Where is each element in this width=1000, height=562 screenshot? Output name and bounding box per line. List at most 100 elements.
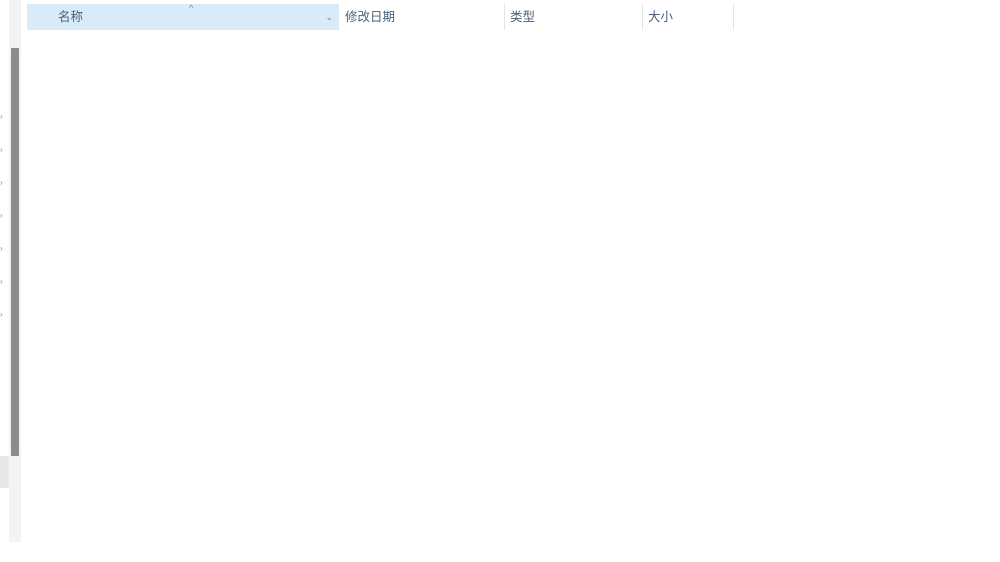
- file-modified-date: 2017/2/27 0:00: [345, 141, 429, 156]
- chevron-right-icon[interactable]: ›: [0, 113, 5, 121]
- column-header-row: 名称 ^ ⌄ 修改日期 类型 大小: [27, 0, 1000, 32]
- file-row[interactable]: snapshot_blob.bin 2019/2/13 0:00 BIN 文件 1,1…: [27, 339, 737, 368]
- column-divider[interactable]: [733, 4, 734, 30]
- navigation-pane-selected-item[interactable]: [0, 456, 9, 488]
- column-divider[interactable]: [642, 4, 643, 30]
- bat-icon: [47, 376, 61, 389]
- chevron-right-icon[interactable]: ›: [0, 212, 5, 220]
- dll-icon: [48, 83, 61, 98]
- navigation-scrollbar-thumb[interactable]: [11, 48, 19, 456]
- file-row[interactable]: nw_200_percent.pak 2019/2/13 0:00 PAK 文件 1,…: [27, 193, 737, 222]
- file-size: 4,517 KB: [674, 317, 726, 331]
- file-type: 应用程序扩展: [510, 112, 586, 127]
- file-explorer-window: › › › › › › › 名称 ^ ⌄ 修改日期 类型 大小 libGLESv…: [0, 0, 1000, 562]
- file-size: 1 KB: [698, 258, 726, 273]
- file-icon: [49, 171, 61, 186]
- file-type: 文本文档: [510, 463, 561, 477]
- file-icon: [49, 142, 61, 157]
- file-size: 2 KB: [698, 521, 726, 536]
- file-modified-date: 2025/3/26 1:08: [345, 492, 429, 507]
- file-row[interactable]: 【永久地址发布页】.txt 2025/3/26 1:08 文本文档 1 KB: [27, 456, 737, 485]
- file-size: 1 KB: [698, 463, 726, 477]
- txt-icon: [49, 434, 61, 449]
- column-header-size-label: 大小: [648, 10, 674, 24]
- file-type: PAK 文件: [510, 200, 563, 215]
- dll-icon: [48, 288, 61, 303]
- file-row[interactable]: package.json 2019/12/17 13:34 JSON 文件 1 KB: [27, 252, 737, 281]
- column-divider[interactable]: [504, 4, 505, 30]
- file-name: 从游戏中移除工具文件.bat: [67, 375, 219, 391]
- file-modified-date: 2025/3/26 1:08: [345, 463, 429, 477]
- file-modified-date: 2019/2/13 0:00: [345, 317, 429, 331]
- file-row[interactable]: 与工具一同启动.bat 2026/9/2 20:09 Windows 批处理文件 2 …: [27, 398, 737, 427]
- file-size: 2 KB: [698, 433, 726, 448]
- chevron-right-icon[interactable]: ›: [0, 311, 5, 319]
- column-header-date-label: 修改日期: [345, 10, 396, 24]
- file-size: 5,615 KB: [674, 83, 726, 98]
- file-type: JSON 文件: [510, 258, 572, 273]
- file-row[interactable]: natives_blob.bin 2019/2/13 0:00 BIN 文件 201 …: [27, 47, 737, 76]
- file-name: nw_200_percent.pak: [67, 200, 188, 216]
- status-area: [0, 542, 1000, 562]
- file-icon: [49, 200, 61, 215]
- file-name: package.json: [67, 258, 144, 274]
- file-modified-date: 2017/2/27 0:00: [345, 287, 429, 302]
- file-type: 应用程序扩展: [510, 287, 586, 302]
- file-type: PAK 文件: [510, 141, 563, 156]
- column-header-type[interactable]: 类型: [504, 4, 642, 30]
- file-icon: [49, 259, 61, 274]
- file-name: resources.pak: [67, 317, 149, 332]
- txt-icon: [49, 492, 61, 507]
- sort-ascending-icon: ^: [189, 3, 194, 13]
- file-type: 文本文档: [510, 521, 561, 536]
- chevron-down-icon[interactable]: ⌄: [325, 4, 333, 30]
- file-size: 1 KB: [698, 375, 726, 390]
- file-name: 最新地址及APP请发邮箱自动获取！！！.txt: [67, 492, 319, 508]
- file-modified-date: 2019/12/17 13:34: [345, 258, 443, 273]
- file-modified-date: 2019/2/13 0:00: [345, 171, 429, 185]
- file-modified-date: 2025/3/26 1:07: [345, 521, 429, 536]
- chevron-right-icon[interactable]: ›: [0, 179, 5, 187]
- file-row[interactable]: 从游戏中移除工具文件.bat 2026/9/2 20:09 Windows 批处理文…: [27, 368, 737, 397]
- chevron-right-icon[interactable]: ›: [0, 146, 5, 154]
- file-type: Windows 批处理文件: [510, 404, 627, 419]
- file-name: 与工具一同启动.bat: [67, 404, 180, 420]
- file-type: PAK 文件: [510, 317, 563, 331]
- file-name: nw_elf.dll: [67, 229, 122, 245]
- file-row[interactable]: nw.pak 2017/2/27 0:00 PAK 文件 7,308 KB: [27, 135, 737, 164]
- file-row[interactable]: 【来了就能下载和观看！纯免费！】.txt 2025/3/26 1:07 文本文档 2 …: [27, 514, 737, 543]
- file-row[interactable]: 【论坛介绍】.txt 2025/3/26 1:08 文本文档 2 KB: [27, 427, 737, 456]
- file-row[interactable]: nw_100_percent.pak 2019/2/13 0:00 PAK 文件 80…: [27, 164, 737, 193]
- file-name: pdf.dll: [67, 287, 102, 303]
- file-size: 1,074 KB: [674, 200, 726, 215]
- file-name: nw.dll: [67, 112, 100, 128]
- column-header-date[interactable]: 修改日期: [339, 4, 504, 30]
- file-size: 11,960 KB: [668, 287, 726, 302]
- dll-icon: [48, 229, 61, 244]
- file-row[interactable]: resources.pak 2019/2/13 0:00 PAK 文件 4,517 K…: [27, 310, 737, 339]
- file-size: 201 KB: [684, 54, 726, 69]
- file-name: nw.pak: [67, 141, 108, 157]
- chevron-right-icon[interactable]: ›: [0, 278, 5, 286]
- file-type: 应用程序扩展: [510, 229, 586, 244]
- file-row[interactable]: node.dll 2019/2/13 0:00 应用程序扩展 5,615 KB: [27, 76, 737, 105]
- file-row[interactable]: nw.dll 2019/2/13 0:00 应用程序扩展 82,404 KB: [27, 106, 737, 135]
- chevron-right-icon[interactable]: ›: [0, 245, 5, 253]
- file-name: 【来了就能下载和观看！纯免费！】.txt: [67, 521, 293, 537]
- file-size: 82,404 KB: [667, 112, 726, 127]
- file-row[interactable]: nw_elf.dll 2019/2/13 0:00 应用程序扩展 440 KB: [27, 222, 737, 251]
- file-name: snapshot_blob.bin: [67, 346, 173, 362]
- file-row[interactable]: 最新地址及APP请发邮箱自动获取！！！.txt 2025/3/26 1:08 文本文…: [27, 485, 737, 514]
- bin-icon: [46, 54, 62, 70]
- column-header-size[interactable]: 大小: [642, 4, 733, 30]
- file-modified-date: 2025/3/26 1:08: [345, 433, 429, 448]
- file-modified-date: 2026/9/2 20:09: [345, 375, 429, 390]
- bat-icon: [47, 406, 61, 419]
- dll-icon: [48, 113, 61, 128]
- column-header-name[interactable]: 名称 ^ ⌄: [27, 4, 339, 30]
- file-type: BIN 文件: [510, 346, 560, 361]
- file-size: 7,308 KB: [674, 141, 726, 156]
- file-type: 应用程序扩展: [510, 83, 586, 98]
- file-modified-date: 2019/2/13 0:00: [345, 83, 429, 98]
- file-row[interactable]: pdf.dll 2017/2/27 0:00 应用程序扩展 11,960 KB: [27, 281, 737, 310]
